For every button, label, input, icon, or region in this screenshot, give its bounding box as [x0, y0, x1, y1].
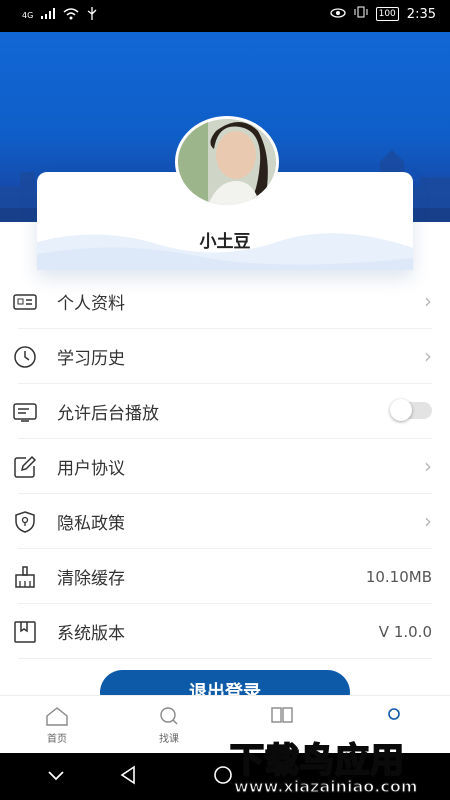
- tab-label: 找课: [159, 734, 179, 745]
- background-play-toggle[interactable]: [390, 399, 432, 421]
- usb-icon: [87, 7, 97, 23]
- edit-icon: [13, 455, 37, 479]
- signal-icon: [41, 8, 56, 22]
- broom-icon: [13, 565, 37, 589]
- bookmark-icon: [13, 620, 37, 644]
- id-card-icon: [13, 290, 37, 314]
- menu-item-label: 用户协议: [57, 459, 125, 479]
- menu-item-history[interactable]: 学习历史 ›: [14, 329, 432, 384]
- tab-find-course[interactable]: 找课: [139, 706, 199, 745]
- battery-indicator: 100: [375, 7, 399, 21]
- tab-categories[interactable]: [252, 706, 312, 730]
- home-icon: [45, 706, 69, 726]
- chevron-right-icon: ›: [424, 509, 432, 533]
- vibrate-icon: [354, 6, 368, 22]
- menu-item-label: 系统版本: [57, 624, 125, 644]
- cache-size-value: 10.10MB: [365, 568, 432, 586]
- chevron-right-icon: ›: [424, 454, 432, 478]
- menu-item-background-play: 允许后台播放: [13, 384, 432, 439]
- search-icon: [157, 706, 181, 726]
- tab-profile[interactable]: [364, 706, 424, 730]
- wifi-icon: [63, 7, 79, 23]
- menu-item-label: 学习历史: [57, 349, 125, 369]
- avatar[interactable]: [175, 116, 279, 208]
- menu-item-profile[interactable]: 个人资料 ›: [13, 274, 432, 329]
- eye-icon: [329, 7, 346, 22]
- settings-menu: 个人资料 › 学习历史 › 允许后台播放 用户协议 › 隐私政策 › 清除缓存: [0, 274, 450, 659]
- menu-item-privacy-policy[interactable]: 隐私政策 ›: [15, 494, 432, 549]
- menu-item-user-agreement[interactable]: 用户协议 ›: [14, 439, 432, 494]
- grid-icon: [270, 706, 294, 726]
- chevron-down-icon[interactable]: [46, 767, 66, 786]
- shield-icon: [13, 510, 37, 534]
- user-icon: [382, 706, 406, 726]
- menu-item-label: 个人资料: [57, 294, 125, 314]
- tab-label: 首页: [47, 734, 67, 745]
- toggle-knob: [390, 399, 412, 421]
- avatar-photo: [178, 119, 276, 205]
- clock: 2:35: [406, 6, 436, 22]
- tab-home[interactable]: 首页: [27, 706, 87, 745]
- watermark-url: www.xiazainiao.com: [233, 776, 418, 796]
- menu-item-label: 允许后台播放: [57, 404, 159, 424]
- playlist-icon: [13, 400, 37, 424]
- menu-item-system-version: 系统版本 V 1.0.0: [14, 604, 432, 659]
- menu-item-label: 清除缓存: [57, 569, 125, 589]
- watermark-brand: 下载鸟应用: [229, 740, 405, 782]
- network-type: 4G: [22, 10, 34, 20]
- version-value: V 1.0.0: [378, 623, 432, 641]
- clock-icon: [13, 345, 37, 369]
- watermark-logo: 下载鸟应用 www.xiazainiao.com: [224, 733, 450, 800]
- menu-item-label: 隐私政策: [57, 514, 125, 534]
- menu-item-clear-cache[interactable]: 清除缓存 10.10MB: [15, 549, 432, 604]
- username: 小土豆: [199, 232, 251, 252]
- back-icon[interactable]: [118, 765, 138, 789]
- chevron-right-icon: ›: [424, 289, 432, 313]
- status-bar: 4G 100 2:35: [0, 0, 450, 32]
- chevron-right-icon: ›: [424, 344, 432, 368]
